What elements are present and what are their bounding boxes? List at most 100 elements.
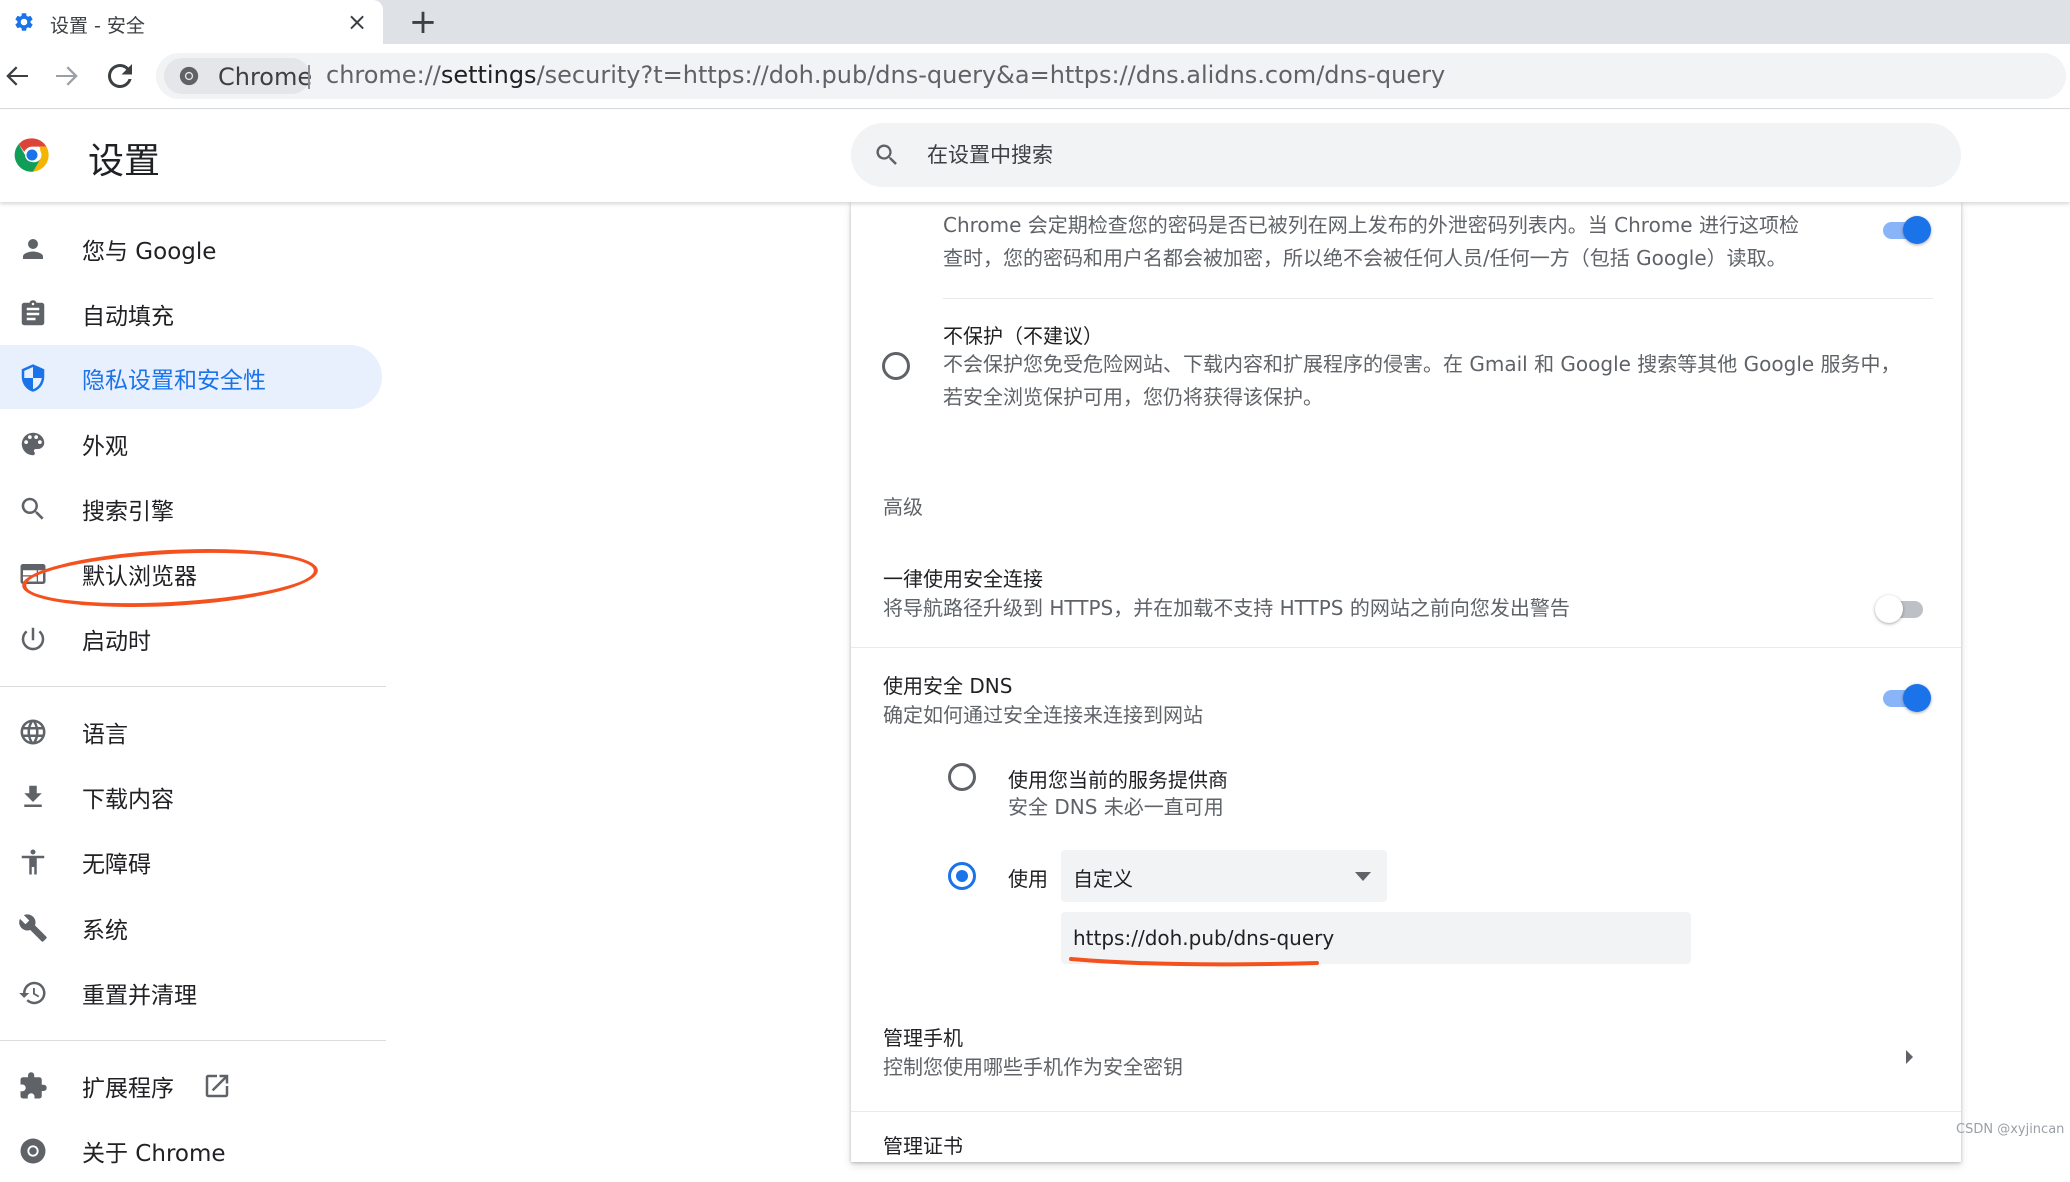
search-icon bbox=[876, 144, 897, 165]
sidebar-item-privacy-security[interactable]: 隐私设置和安全性 bbox=[0, 345, 382, 409]
toggle-knob bbox=[1903, 684, 1931, 712]
secure-dns-toggle[interactable] bbox=[1879, 682, 1931, 712]
toggle-knob bbox=[1903, 216, 1931, 244]
shield-icon bbox=[21, 364, 45, 392]
sidebar-item-label: 无障碍 bbox=[82, 852, 151, 878]
url-scheme: chrome:// bbox=[326, 61, 441, 89]
dropdown-arrow-icon bbox=[1355, 872, 1371, 881]
address-separator bbox=[308, 65, 310, 89]
clipboard-icon bbox=[21, 300, 45, 326]
reload-icon[interactable] bbox=[102, 58, 138, 94]
sidebar-item-label: 您与 Google bbox=[82, 239, 217, 265]
sidebar-item-system[interactable]: 系统 bbox=[0, 895, 382, 959]
password-warning-desc-line1: Chrome 会定期检查您的密码是否已被列在网上发布的外泄密码列表内。当 Chr… bbox=[943, 213, 1799, 237]
sidebar-divider bbox=[0, 1040, 386, 1041]
page-title: 设置 bbox=[88, 141, 161, 182]
sidebar-item-default-browser[interactable]: 默认浏览器 bbox=[0, 541, 382, 605]
dns-custom-radio[interactable] bbox=[948, 862, 976, 890]
settings-header: 设置 bbox=[0, 110, 2070, 202]
sidebar-item-accessibility[interactable]: 无障碍 bbox=[0, 829, 382, 893]
watermark: CSDN @xyjincan bbox=[1956, 1122, 2065, 1137]
site-info-chip[interactable]: Chrome bbox=[164, 58, 313, 94]
search-input[interactable] bbox=[925, 135, 1825, 175]
puzzle-icon bbox=[20, 1072, 47, 1099]
sidebar-item-reset-cleanup[interactable]: 重置并清理 bbox=[0, 960, 382, 1024]
palette-icon bbox=[21, 432, 45, 456]
sidebar-item-label: 重置并清理 bbox=[82, 983, 197, 1009]
sidebar-item-about-chrome[interactable]: 关于 Chrome bbox=[0, 1118, 382, 1182]
new-tab-button[interactable]: + bbox=[405, 4, 441, 40]
sidebar-item-on-startup[interactable]: 启动时 bbox=[0, 606, 382, 670]
chrome-icon bbox=[179, 66, 199, 86]
person-icon bbox=[23, 239, 43, 259]
gear-icon bbox=[15, 13, 33, 31]
chrome-logo-icon bbox=[14, 138, 49, 172]
sidebar-item-label: 扩展程序 bbox=[82, 1076, 174, 1102]
url-text[interactable]: chrome://settings/security?t=https://doh… bbox=[326, 61, 1445, 89]
sidebar-item-label: 语言 bbox=[82, 722, 128, 748]
tab-strip: 设置 - 安全 × + bbox=[0, 0, 2070, 44]
globe-icon bbox=[20, 719, 46, 745]
manage-certificates-title[interactable]: 管理证书 bbox=[883, 1130, 963, 1159]
sidebar: 您与 Google 自动填充 隐私设置和安全性 外观 搜索引擎 默认浏览器 启动… bbox=[0, 202, 390, 1167]
https-first-title: 一律使用安全连接 bbox=[883, 567, 1043, 591]
url-path: /security?t=https://doh.pub/dns-query&a=… bbox=[536, 61, 1446, 89]
manage-phones-row[interactable]: 管理手机 控制您使用哪些手机作为安全密钥 bbox=[851, 1010, 1961, 1100]
no-protection-desc-line2: 若安全浏览保护可用，您仍将获得该保护。 bbox=[943, 385, 1323, 409]
sidebar-item-languages[interactable]: 语言 bbox=[0, 699, 382, 763]
dns-current-provider-radio[interactable] bbox=[948, 763, 976, 791]
sidebar-item-label: 默认浏览器 bbox=[82, 564, 197, 590]
address-bar[interactable]: Chrome chrome://settings/security?t=http… bbox=[156, 53, 2066, 99]
tab-settings-security[interactable]: 设置 - 安全 × bbox=[0, 0, 383, 44]
sidebar-item-appearance[interactable]: 外观 bbox=[0, 411, 382, 475]
sidebar-item-label: 下载内容 bbox=[82, 787, 174, 813]
dns-provider-select[interactable]: 自定义 bbox=[1061, 850, 1387, 902]
search-icon bbox=[21, 497, 44, 520]
wrench-icon bbox=[19, 914, 47, 942]
sidebar-item-label: 搜索引擎 bbox=[82, 499, 174, 525]
password-warning-desc-line2: 查时，您的密码和用户名都会被加密，所以绝不会被任何人员/任何一方（包括 Goog… bbox=[943, 246, 1787, 270]
row-divider bbox=[851, 1006, 1961, 1007]
custom-dns-input[interactable] bbox=[1061, 912, 1691, 964]
tab-close-icon[interactable]: × bbox=[344, 9, 370, 35]
sidebar-item-extensions[interactable]: 扩展程序 bbox=[0, 1053, 382, 1117]
no-protection-desc-line1: 不会保护您免受危险网站、下载内容和扩展程序的侵害。在 Gmail 和 Googl… bbox=[943, 352, 1901, 376]
open-in-new-icon bbox=[205, 1074, 229, 1098]
browser-toolbar: Chrome chrome://settings/security?t=http… bbox=[0, 44, 2070, 109]
secure-dns-desc: 确定如何通过安全连接来连接到网站 bbox=[883, 703, 1203, 727]
sidebar-item-label: 自动填充 bbox=[82, 304, 174, 330]
site-chip-label: Chrome bbox=[218, 63, 313, 91]
sidebar-item-label: 外观 bbox=[82, 434, 128, 460]
dns-use-label: 使用 bbox=[1008, 867, 1048, 891]
chrome-icon bbox=[20, 1138, 46, 1164]
dns-provider-select-value: 自定义 bbox=[1073, 867, 1133, 891]
browser-icon bbox=[20, 564, 46, 584]
history-icon bbox=[19, 981, 46, 1005]
sidebar-item-downloads[interactable]: 下载内容 bbox=[0, 764, 382, 828]
settings-search[interactable] bbox=[851, 123, 1961, 187]
back-arrow-icon[interactable] bbox=[0, 58, 36, 94]
sidebar-item-label: 隐私设置和安全性 bbox=[82, 368, 266, 394]
password-warning-desc: Chrome 会定期检查您的密码是否已被列在网上发布的外泄密码列表内。当 Chr… bbox=[943, 209, 1843, 275]
row-divider bbox=[943, 298, 1933, 299]
https-first-toggle[interactable] bbox=[1875, 593, 1927, 623]
row-divider bbox=[851, 647, 1961, 648]
security-settings-card: Chrome 会定期检查您的密码是否已被列在网上发布的外泄密码列表内。当 Chr… bbox=[851, 202, 1961, 1162]
https-first-desc: 将导航路径升级到 HTTPS，并在加载不支持 HTTPS 的网站之前向您发出警告 bbox=[883, 596, 1570, 620]
secure-dns-title: 使用安全 DNS bbox=[883, 674, 1013, 698]
forward-arrow-icon[interactable] bbox=[48, 58, 84, 94]
toggle-knob bbox=[1875, 595, 1903, 623]
no-protection-radio[interactable] bbox=[882, 352, 910, 380]
url-host: settings bbox=[440, 61, 537, 89]
advanced-heading: 高级 bbox=[883, 495, 923, 519]
sidebar-item-you-and-google[interactable]: 您与 Google bbox=[0, 216, 382, 280]
manage-phones-title: 管理手机 bbox=[883, 1026, 963, 1050]
manage-phones-desc: 控制您使用哪些手机作为安全密钥 bbox=[883, 1055, 1183, 1079]
tab-title: 设置 - 安全 bbox=[50, 15, 145, 37]
sidebar-item-autofill[interactable]: 自动填充 bbox=[0, 281, 382, 345]
sidebar-item-search-engine[interactable]: 搜索引擎 bbox=[0, 476, 382, 540]
chevron-right-icon bbox=[1906, 1050, 1913, 1064]
accessibility-icon bbox=[21, 849, 45, 875]
password-warning-toggle[interactable] bbox=[1879, 214, 1931, 244]
sidebar-item-label: 启动时 bbox=[82, 629, 151, 655]
